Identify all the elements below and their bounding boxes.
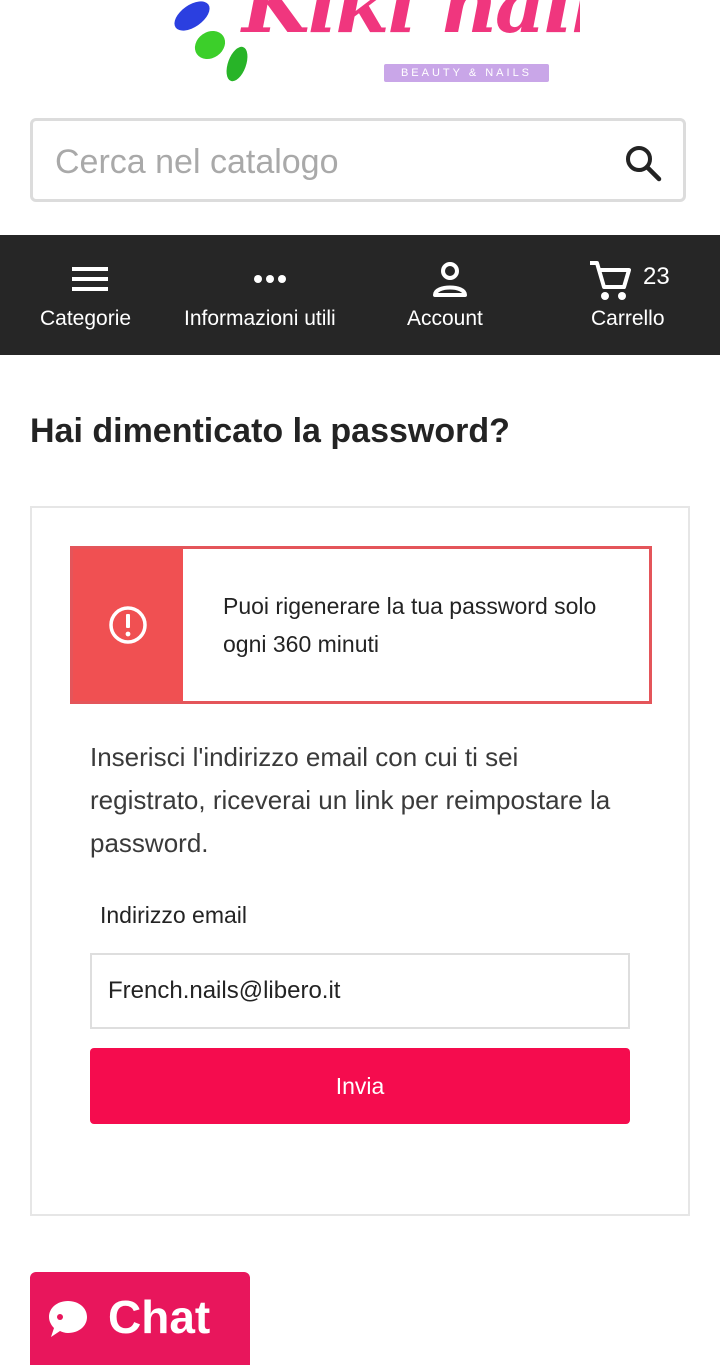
logo-dot-green [189, 25, 231, 65]
site-logo[interactable]: Kiki nails BEAUTY & NAILS [160, 0, 580, 95]
email-field[interactable]: French.nails@libero.it [90, 953, 630, 1029]
error-alert: Puoi rigenerare la tua password solo ogn… [70, 546, 652, 704]
nav-carrello[interactable]: 23 Carrello [540, 235, 720, 355]
submit-button[interactable]: Invia [90, 1048, 630, 1124]
user-icon [430, 259, 470, 299]
main-nav: Categorie Informazioni utili Account 23 … [0, 235, 720, 355]
nav-carrello-label: Carrello [591, 307, 665, 330]
nav-informazioni-label: Informazioni utili [184, 307, 336, 330]
logo-tagline: BEAUTY & NAILS [384, 64, 549, 82]
error-circle-icon [109, 606, 147, 644]
search-input[interactable]: Cerca nel catalogo [55, 121, 339, 199]
alert-icon-panel [73, 549, 183, 701]
password-reset-card: Puoi rigenerare la tua password solo ogn… [30, 506, 690, 1216]
search-box[interactable]: Cerca nel catalogo [30, 118, 686, 202]
cart-icon [588, 259, 632, 300]
email-label: Indirizzo email [100, 902, 247, 928]
search-icon[interactable] [623, 143, 663, 183]
nav-categorie[interactable]: Categorie [0, 235, 180, 355]
chat-bubble-icon [49, 1301, 87, 1337]
menu-icon [70, 259, 110, 299]
logo-wordmark: Kiki nails [242, 0, 580, 51]
help-text: Inserisci l'indirizzo email con cui ti s… [90, 742, 611, 858]
cart-count-badge: 23 [643, 263, 670, 290]
nav-informazioni[interactable]: Informazioni utili [180, 235, 360, 355]
chat-button[interactable]: Chat [30, 1272, 250, 1365]
page-title: Hai dimenticato la password? [30, 412, 510, 450]
nav-categorie-label: Categorie [40, 307, 132, 330]
nav-account-label: Account [407, 307, 483, 330]
alert-message: Puoi rigenerare la tua password solo ogn… [223, 593, 597, 657]
email-value[interactable]: French.nails@libero.it [108, 955, 340, 1027]
chat-label: Chat [108, 1291, 211, 1343]
nav-account[interactable]: Account [360, 235, 540, 355]
more-dots-icon [250, 259, 290, 299]
